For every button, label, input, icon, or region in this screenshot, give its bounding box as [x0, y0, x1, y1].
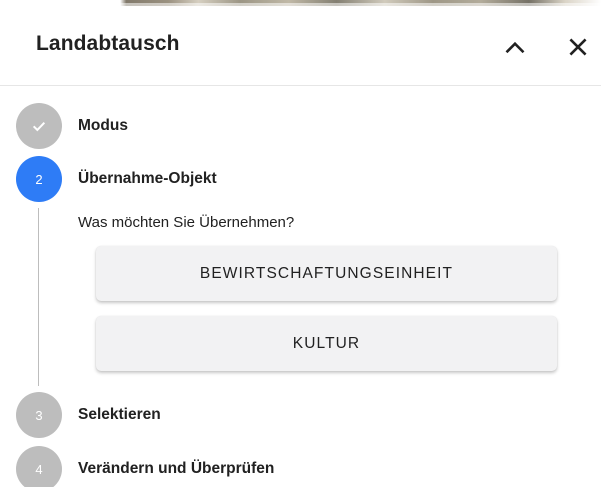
panel-header: Landabtausch — [0, 6, 601, 86]
step-2-label[interactable]: Übernahme-Objekt — [78, 170, 217, 188]
step-4-number: 4 — [35, 461, 43, 477]
close-button[interactable] — [561, 30, 595, 64]
step-connector-line — [38, 208, 39, 386]
kultur-button[interactable]: KULTUR — [96, 316, 557, 371]
bewirtschaftungseinheit-button[interactable]: BEWIRTSCHAFTUNGSEINHEIT — [96, 246, 557, 301]
check-icon — [32, 121, 46, 132]
step-3-number: 3 — [35, 407, 43, 423]
step-2-question: Was möchten Sie Übernehmen? — [78, 214, 295, 231]
step-3-label[interactable]: Selektieren — [78, 406, 161, 424]
step-1-indicator[interactable] — [16, 103, 62, 149]
close-icon — [569, 38, 587, 56]
step-4-indicator[interactable]: 4 — [16, 446, 62, 487]
collapse-button[interactable] — [498, 30, 532, 64]
step-2-indicator[interactable]: 2 — [16, 156, 62, 202]
chevron-up-icon — [505, 41, 525, 54]
step-3-indicator[interactable]: 3 — [16, 392, 62, 438]
step-4-label[interactable]: Verändern und Überprüfen — [78, 460, 274, 478]
step-1-label[interactable]: Modus — [78, 117, 128, 135]
step-2-number: 2 — [35, 171, 43, 187]
panel-title: Landabtausch — [36, 32, 180, 55]
landabtausch-panel: Landabtausch Modus 2 Übernahme-Objekt Wa… — [0, 0, 601, 487]
